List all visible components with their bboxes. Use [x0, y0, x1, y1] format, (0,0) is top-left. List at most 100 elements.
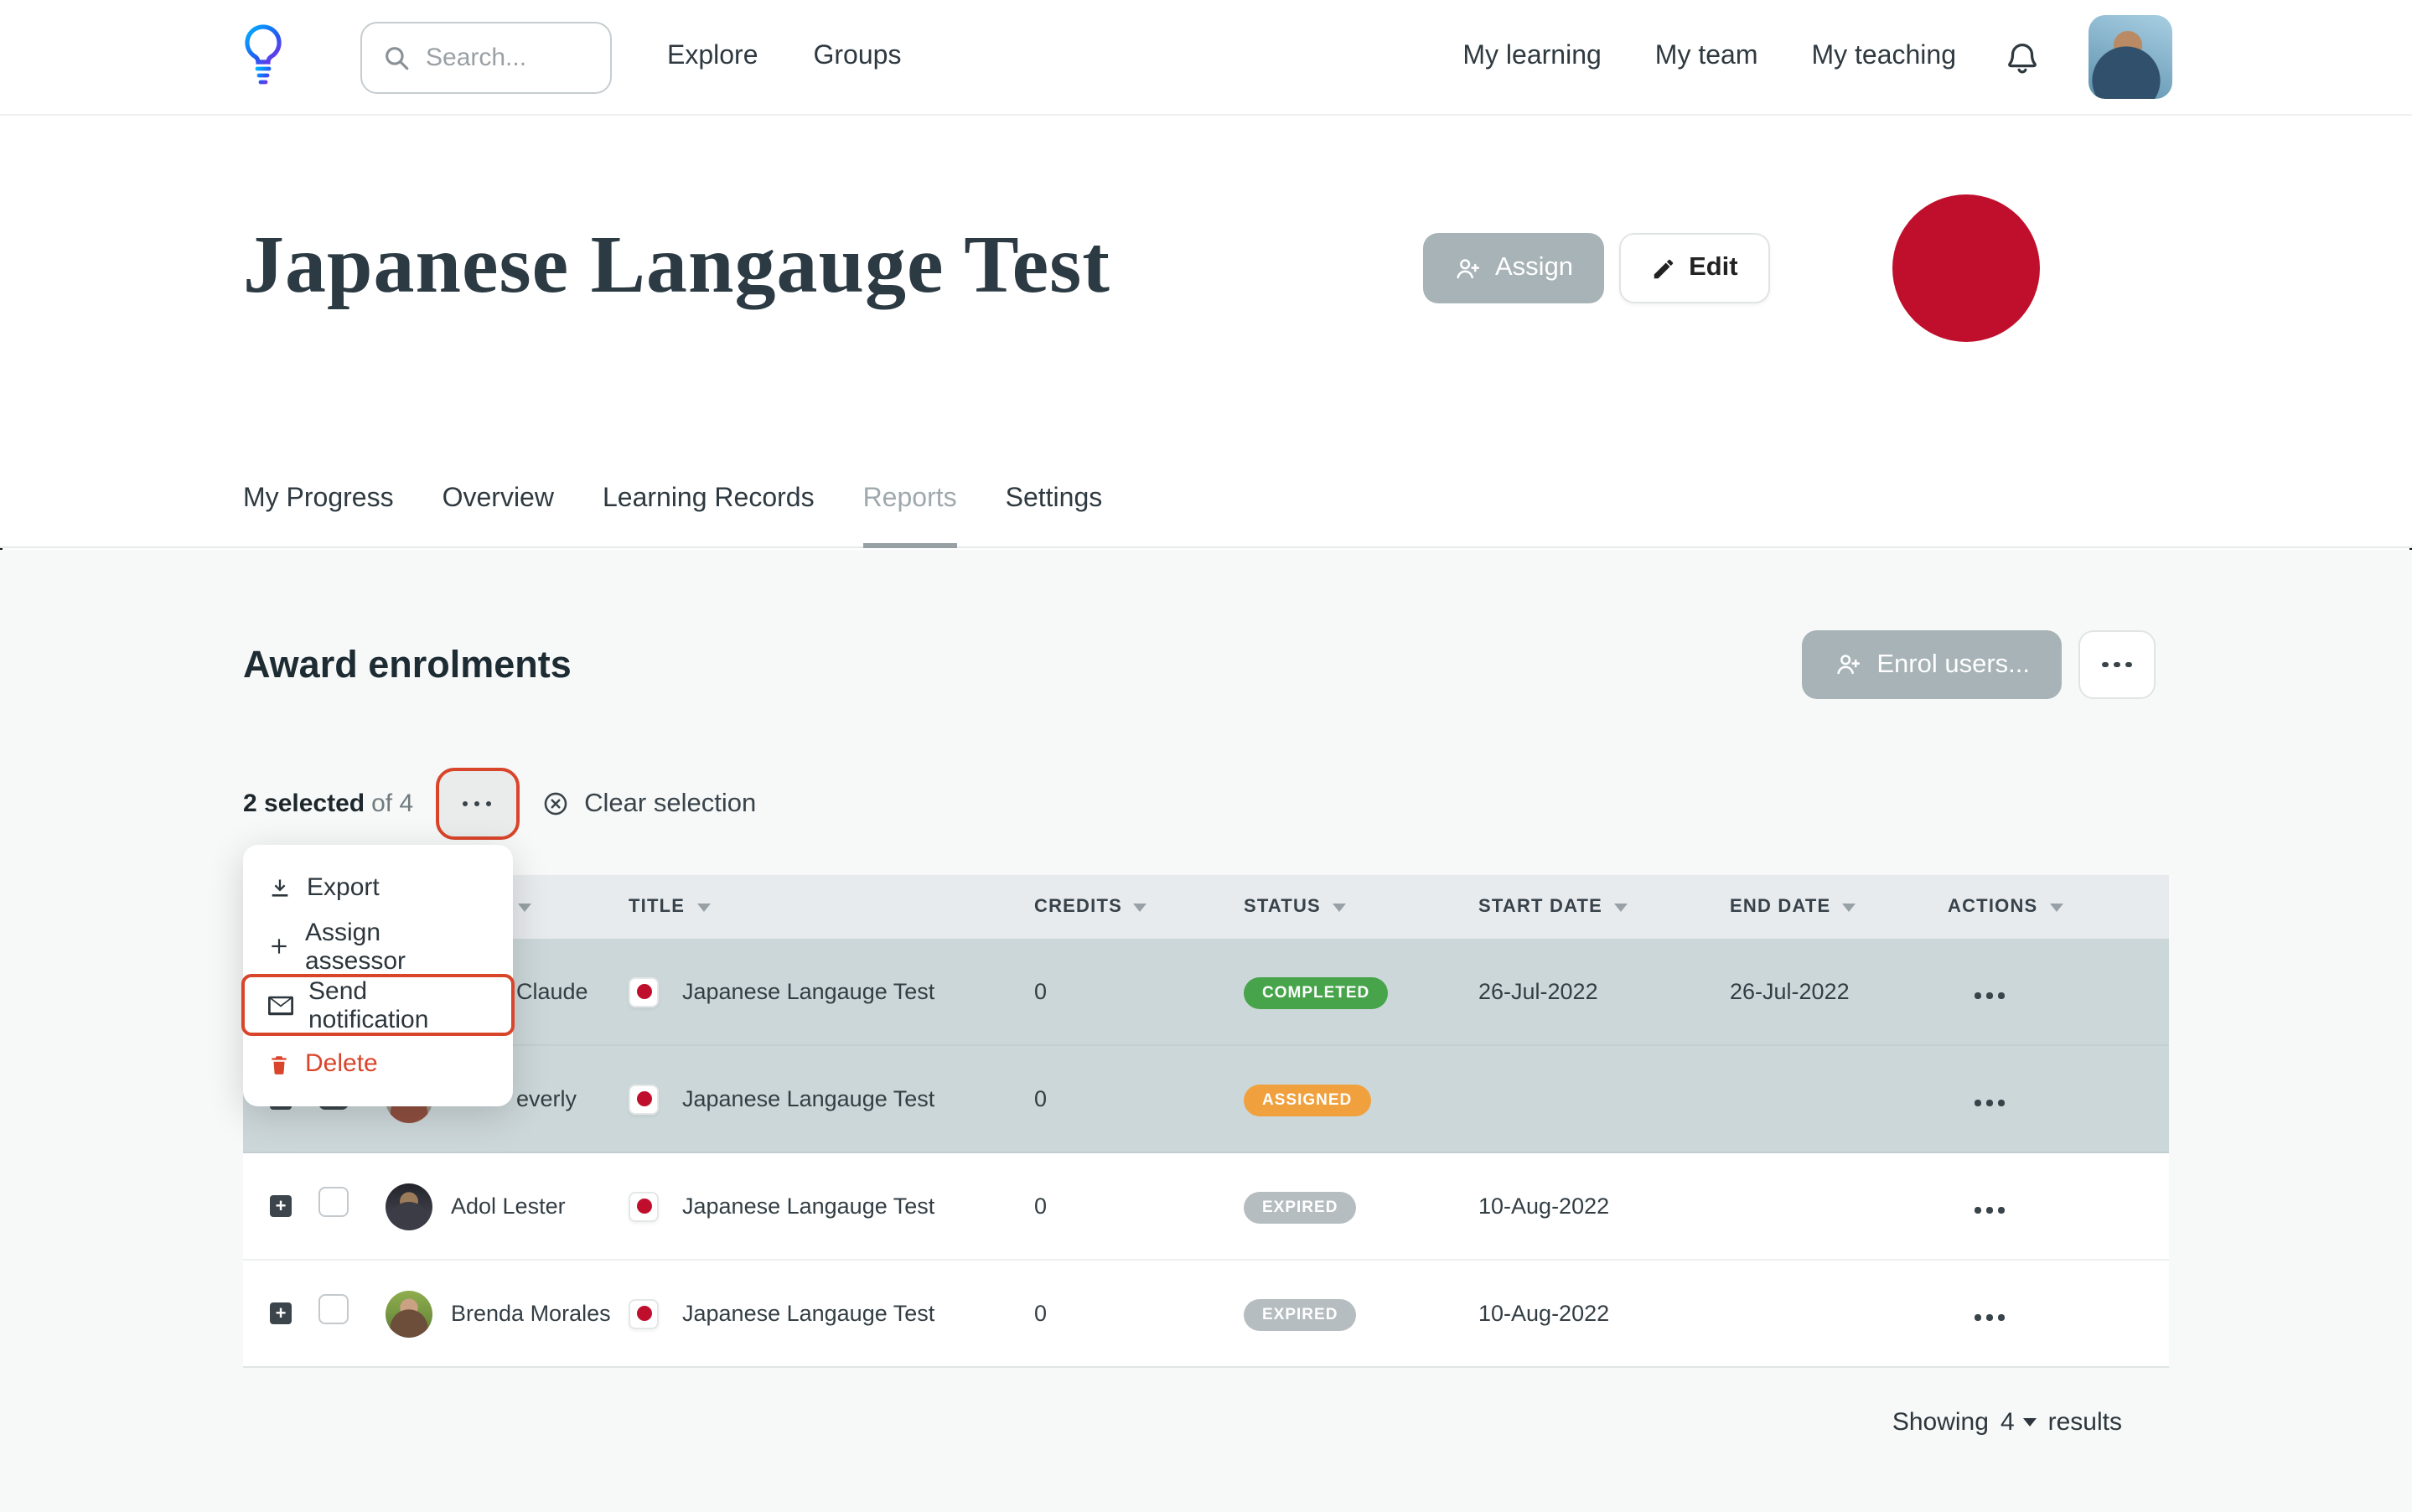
nav-link-my-teaching[interactable]: My teaching — [1811, 42, 1956, 72]
course-flag-icon — [629, 976, 659, 1007]
course-title: Japanese Langauge Test — [682, 979, 934, 1004]
nav-link-my-team[interactable]: My team — [1655, 42, 1758, 72]
course-header: Japanese Langauge Test Assign Edit My Pr… — [0, 116, 2412, 548]
row-actions-button[interactable] — [1975, 1085, 2004, 1111]
tab-my-progress[interactable]: My Progress — [243, 484, 394, 548]
row-actions-button[interactable] — [1975, 1193, 2004, 1218]
sort-caret-icon — [518, 903, 531, 911]
course-flag-icon — [629, 1298, 659, 1328]
user-avatar — [386, 1183, 432, 1230]
ellipsis-icon — [1975, 1100, 2004, 1106]
user-name: everly — [516, 1086, 577, 1111]
course-image-japan-flag — [1892, 194, 2040, 342]
ellipsis-icon — [1975, 992, 2004, 998]
sort-caret-icon — [1614, 903, 1628, 911]
tab-learning-records[interactable]: Learning Records — [603, 484, 815, 548]
tab-reports[interactable]: Reports — [863, 484, 957, 548]
row-checkbox[interactable] — [318, 1294, 349, 1324]
ellipsis-icon — [463, 801, 492, 807]
status-badge: EXPIRED — [1244, 1298, 1356, 1330]
sort-caret-icon — [1333, 903, 1346, 911]
column-header-start-date[interactable]: START DATE — [1478, 897, 1730, 917]
chevron-down-icon — [2023, 1418, 2037, 1427]
notifications-bell-icon[interactable] — [2003, 38, 2042, 76]
selection-count: 2 selectedof 4 — [243, 790, 413, 818]
credits-value: 0 — [1034, 979, 1244, 1004]
nav-link-my-learning[interactable]: My learning — [1462, 42, 1601, 72]
table-header-row: USER TITLE CREDITS STATUS START DATE END… — [243, 875, 2169, 939]
search-box — [360, 21, 612, 93]
expand-row-button[interactable]: + — [270, 1195, 292, 1217]
menu-item-send-notification[interactable]: Send notification — [243, 976, 513, 1034]
table-row: + Adol Lester Japanese Langauge Test 0 E… — [243, 1153, 2169, 1261]
course-tabs: My Progress Overview Learning Records Re… — [243, 484, 1102, 548]
header-actions: Assign Edit — [1423, 233, 1770, 303]
section-more-actions-button[interactable] — [2078, 630, 2156, 699]
menu-item-assign-assessor[interactable]: Assign assessor — [243, 917, 513, 976]
user-name: Claude — [516, 979, 588, 1004]
row-checkbox[interactable] — [318, 1187, 349, 1217]
person-plus-icon — [1453, 254, 1482, 282]
status-badge: ASSIGNED — [1244, 1084, 1370, 1116]
start-date: 10-Aug-2022 — [1478, 1301, 1730, 1326]
nav-link-explore[interactable]: Explore — [667, 42, 758, 72]
credits-value: 0 — [1034, 1301, 1244, 1326]
course-title: Japanese Langauge Test — [682, 1086, 934, 1111]
search-icon — [382, 43, 411, 71]
row-actions-button[interactable] — [1975, 1300, 2004, 1325]
ellipsis-icon — [1975, 1207, 2004, 1213]
column-header-credits[interactable]: CREDITS — [1034, 897, 1244, 917]
credits-value: 0 — [1034, 1086, 1244, 1111]
table-row: + Brenda Morales Japanese Langauge Test … — [243, 1261, 2169, 1368]
table-row: + everly Japanese Langauge Test 0 ASSIGN… — [243, 1046, 2169, 1153]
enrolments-table: USER TITLE CREDITS STATUS START DATE END… — [243, 875, 2169, 1368]
credits-value: 0 — [1034, 1194, 1244, 1219]
clear-selection-button[interactable]: Clear selection — [541, 789, 756, 819]
section-actions: Enrol users... — [1801, 630, 2156, 699]
ellipsis-icon — [1975, 1314, 2004, 1320]
assign-button[interactable]: Assign — [1423, 233, 1603, 303]
status-badge: EXPIRED — [1244, 1191, 1356, 1223]
lightbulb-logo-icon[interactable] — [238, 22, 288, 92]
course-title: Japanese Langauge Test — [682, 1301, 934, 1326]
profile-avatar[interactable] — [2089, 15, 2172, 99]
column-header-title[interactable]: TITLE — [629, 897, 1034, 917]
tab-overview[interactable]: Overview — [443, 484, 554, 548]
results-label: results — [2048, 1408, 2122, 1437]
sort-caret-icon — [696, 903, 710, 911]
course-flag-icon — [629, 1084, 659, 1114]
user-name: Brenda Morales — [451, 1301, 611, 1326]
column-header-actions[interactable]: ACTIONS — [1948, 897, 2156, 917]
results-footer: Showing 4 results — [1892, 1408, 2122, 1437]
end-date: 26-Jul-2022 — [1730, 979, 1948, 1004]
column-header-status[interactable]: STATUS — [1244, 897, 1478, 917]
row-actions-button[interactable] — [1975, 978, 2004, 1003]
menu-item-export[interactable]: Export — [243, 858, 513, 917]
sort-caret-icon — [2049, 903, 2063, 911]
enrol-users-button[interactable]: Enrol users... — [1801, 630, 2062, 699]
envelope-icon — [268, 995, 293, 1015]
status-badge: COMPLETED — [1244, 976, 1388, 1008]
page-title: Japanese Langauge Test — [243, 216, 1110, 312]
top-navbar: Explore Groups My learning My team My te… — [0, 0, 2412, 116]
person-plus-icon — [1833, 650, 1861, 679]
bulk-actions-menu: Export Assign assessor Send notification… — [243, 845, 513, 1106]
trash-icon — [268, 1052, 290, 1075]
course-flag-icon — [629, 1191, 659, 1221]
edit-button[interactable]: Edit — [1618, 233, 1770, 303]
expand-row-button[interactable]: + — [270, 1302, 292, 1324]
bulk-actions-button[interactable] — [438, 771, 515, 836]
sort-caret-icon — [1134, 903, 1147, 911]
results-count-dropdown[interactable]: 4 — [2001, 1408, 2037, 1437]
start-date: 10-Aug-2022 — [1478, 1194, 1730, 1219]
course-title: Japanese Langauge Test — [682, 1194, 934, 1219]
circle-x-icon — [541, 790, 569, 818]
menu-item-delete[interactable]: Delete — [243, 1034, 513, 1093]
secondary-nav: My learning My team My teaching — [1462, 42, 1956, 72]
sort-caret-icon — [1842, 903, 1856, 911]
nav-link-groups[interactable]: Groups — [814, 42, 902, 72]
table-row: + Claude Japanese Langauge Test 0 COMPLE… — [243, 939, 2169, 1046]
primary-nav: Explore Groups — [667, 42, 901, 72]
column-header-end-date[interactable]: END DATE — [1730, 897, 1948, 917]
tab-settings[interactable]: Settings — [1006, 484, 1103, 548]
